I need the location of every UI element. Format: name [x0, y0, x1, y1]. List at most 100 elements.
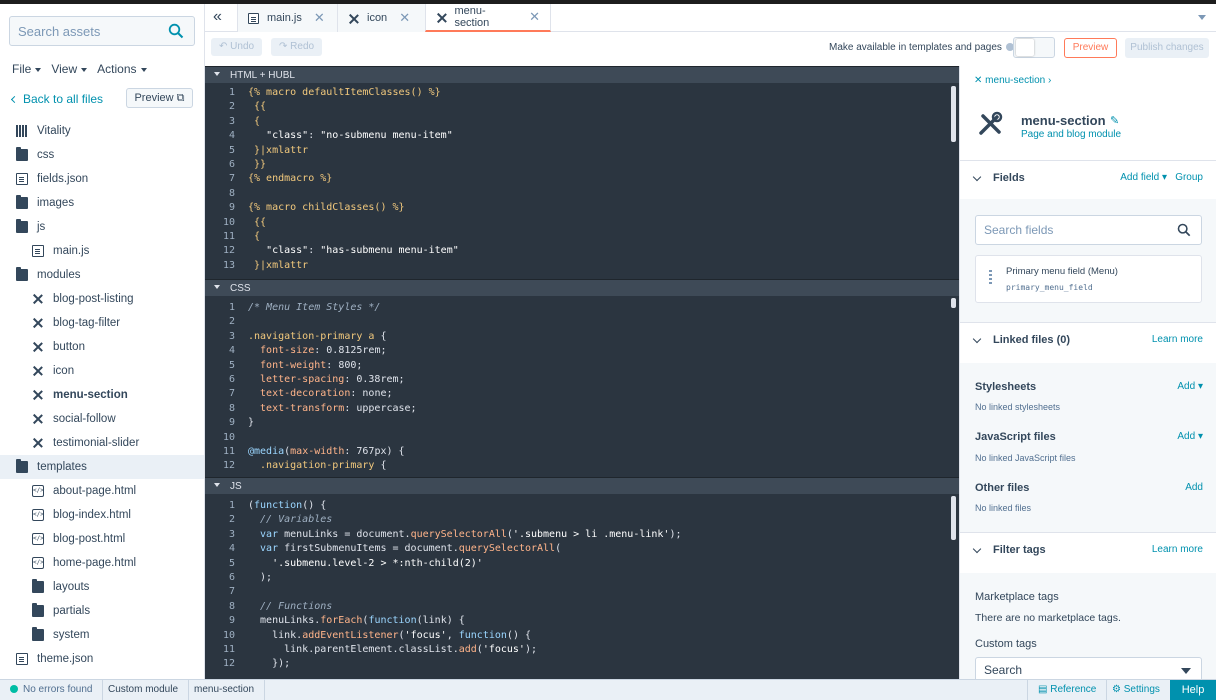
- linked-files-header[interactable]: Linked files (0) Learn more: [960, 323, 1216, 363]
- code-text: .navigation-primary {: [248, 459, 386, 473]
- other-files-label: Other files: [975, 482, 1030, 494]
- fields-section: Fields Add field ▾ Group Search fields P…: [960, 160, 1216, 322]
- code-token: add: [458, 643, 477, 655]
- tab-label: menu-section: [454, 5, 490, 29]
- code-line: 1 /* Menu Item Styles */: [205, 301, 959, 315]
- tree-item[interactable]: testimonial-slider: [0, 431, 204, 455]
- code-line: 12 "class": "has-submenu menu-item": [205, 244, 959, 258]
- tree-item[interactable]: icon: [0, 359, 204, 383]
- html-scrollbar[interactable]: [951, 86, 956, 142]
- tree-item[interactable]: Vitality: [0, 119, 204, 143]
- file-menu[interactable]: File: [12, 61, 42, 77]
- fields-header[interactable]: Fields Add field ▾ Group: [960, 161, 1216, 199]
- tree-item[interactable]: layouts: [0, 575, 204, 599]
- add-field-label: Add field: [1120, 172, 1160, 183]
- drag-handle-icon[interactable]: [989, 270, 992, 286]
- search-icon[interactable]: [168, 23, 184, 39]
- js-pane-header[interactable]: JS: [205, 477, 959, 494]
- tree-item[interactable]: css: [0, 143, 204, 167]
- code-line: 5 '.submenu.level-2 > *:nth-child(2)': [205, 557, 959, 571]
- code-token: : 767px) {: [344, 445, 405, 457]
- custom-tags-select[interactable]: Search: [975, 657, 1202, 679]
- code-text: text-transform: uppercase;: [248, 402, 417, 416]
- tree-item[interactable]: fields.json: [0, 167, 204, 191]
- code-text: /* Menu Item Styles */: [248, 301, 380, 315]
- folder-open-icon: [16, 219, 28, 233]
- tree-item[interactable]: home-page.html: [0, 551, 204, 575]
- reference-button[interactable]: ▤ Reference: [1027, 680, 1108, 700]
- code-token: .navigation-primary: [248, 460, 375, 472]
- tree-item[interactable]: main.js: [0, 239, 204, 263]
- publish-changes-button[interactable]: Publish changes: [1125, 38, 1209, 58]
- collapse-sidebar-icon[interactable]: «: [213, 9, 231, 26]
- code-line: 8 text-transform: uppercase;: [205, 402, 959, 416]
- code-text: }}: [248, 158, 266, 172]
- asset-search-input[interactable]: Search assets: [9, 16, 195, 46]
- back-to-all-files-link[interactable]: Back to all files: [10, 92, 103, 106]
- field-card[interactable]: Primary menu field (Menu) primary_menu_f…: [975, 255, 1202, 303]
- tabs-dropdown-icon[interactable]: [1198, 15, 1206, 20]
- add-js-dropdown[interactable]: Add ▾: [1177, 431, 1203, 442]
- css-scrollbar[interactable]: [951, 298, 956, 308]
- tree-item[interactable]: images: [0, 191, 204, 215]
- tree-item[interactable]: partials: [0, 599, 204, 623]
- actions-menu[interactable]: Actions: [97, 61, 147, 77]
- close-icon[interactable]: ✕: [399, 10, 410, 26]
- tab-label: icon: [367, 12, 388, 24]
- tree-item[interactable]: blog-index.html: [0, 503, 204, 527]
- js-scrollbar[interactable]: [951, 496, 956, 540]
- make-available-toggle[interactable]: [1013, 37, 1055, 58]
- pencil-edit-icon[interactable]: ✎: [1110, 114, 1119, 127]
- html-pane-header[interactable]: HTML + HUBL: [205, 66, 959, 83]
- group-link[interactable]: Group: [1175, 172, 1203, 183]
- tree-item[interactable]: system: [0, 623, 204, 647]
- breadcrumb[interactable]: ✕ menu-section ›: [974, 75, 1051, 86]
- add-stylesheet-dropdown[interactable]: Add ▾: [1177, 381, 1203, 392]
- custom-tags-label: Custom tags: [975, 638, 1037, 650]
- code-text: menuLinks.forEach(function(link) {: [248, 614, 465, 628]
- search-fields-input[interactable]: Search fields: [975, 215, 1202, 245]
- tree-item[interactable]: social-follow: [0, 407, 204, 431]
- tree-item[interactable]: js: [0, 215, 204, 239]
- undo-button[interactable]: ↶ Undo: [211, 38, 263, 56]
- css-pane-header[interactable]: CSS: [205, 279, 959, 296]
- help-button[interactable]: Help: [1170, 680, 1216, 700]
- tree-item[interactable]: modules: [0, 263, 204, 287]
- tree-item[interactable]: blog-post.html: [0, 527, 204, 551]
- sidebar-preview-button[interactable]: Preview ⧉: [126, 88, 193, 108]
- tree-item[interactable]: theme.json: [0, 647, 204, 671]
- close-icon[interactable]: ✕: [314, 10, 325, 26]
- tab-main-js[interactable]: main.js ✕: [237, 4, 337, 32]
- preview-button[interactable]: Preview: [1064, 38, 1117, 58]
- tab-menu-section[interactable]: menu-section ✕: [425, 4, 551, 32]
- filter-tags-header[interactable]: Filter tags Learn more: [960, 533, 1216, 573]
- theme-icon: [16, 125, 28, 137]
- learn-more-link[interactable]: Learn more: [1152, 544, 1203, 555]
- close-icon[interactable]: ✕: [529, 9, 540, 25]
- line-number: 8: [228, 600, 235, 612]
- line-number: 5: [228, 557, 235, 569]
- tree-item[interactable]: templates: [0, 455, 204, 479]
- tree-item[interactable]: blog-post-listing: [0, 287, 204, 311]
- code-line: 2 // Variables: [205, 513, 959, 527]
- error-status[interactable]: No errors found: [0, 680, 104, 700]
- tree-item[interactable]: menu-section: [0, 383, 204, 407]
- tree-item[interactable]: blog-tag-filter: [0, 311, 204, 335]
- view-menu[interactable]: View: [51, 61, 88, 77]
- add-other-file-link[interactable]: Add: [1185, 482, 1203, 493]
- js-code-area[interactable]: 1 (function() {2 // Variables 3 var menuLi…: [205, 499, 959, 679]
- tree-item[interactable]: button: [0, 335, 204, 359]
- css-code-area[interactable]: 1 /* Menu Item Styles */ 2 3 .navigation-pri…: [205, 301, 959, 475]
- tree-item[interactable]: about-page.html: [0, 479, 204, 503]
- tab-icon[interactable]: icon ✕: [337, 4, 425, 32]
- tree-item-label: images: [37, 197, 75, 209]
- line-number: 12: [222, 460, 235, 472]
- settings-button[interactable]: ⚙ Settings: [1102, 680, 1171, 700]
- module-type-link[interactable]: Page and blog module: [1021, 129, 1121, 140]
- html-code-area[interactable]: 1 {% macro defaultItemClasses() %} 2 {{3 {…: [205, 86, 959, 278]
- code-line: 1 (function() {: [205, 499, 959, 513]
- add-field-dropdown[interactable]: Add field ▾: [1120, 172, 1167, 183]
- search-icon[interactable]: [1177, 223, 1191, 237]
- learn-more-link[interactable]: Learn more: [1152, 334, 1203, 345]
- redo-button[interactable]: ↷ Redo: [271, 38, 323, 56]
